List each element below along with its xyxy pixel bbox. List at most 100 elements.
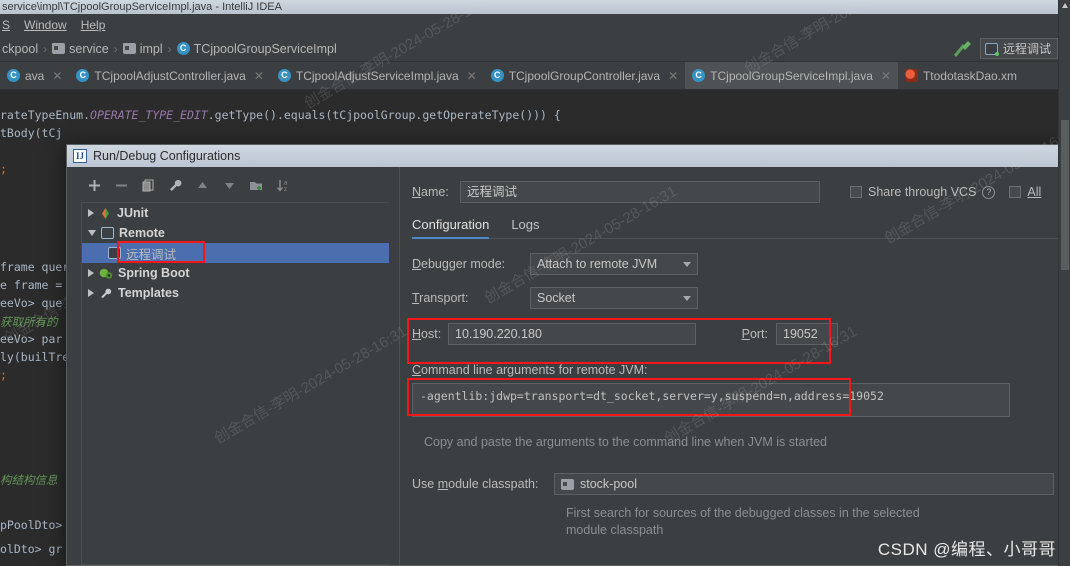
junit-icon <box>99 207 112 220</box>
breadcrumb-label: ckpool <box>2 41 39 56</box>
breadcrumb-item-service[interactable]: service <box>52 42 109 56</box>
close-icon[interactable]: ✕ <box>881 69 891 83</box>
jvm-args-input[interactable]: -agentlib:jdwp=transport=dt_socket,serve… <box>412 383 1010 417</box>
breadcrumb-separator: › <box>113 41 118 56</box>
scroll-up-icon[interactable] <box>1062 3 1068 8</box>
allow-parallel-checkbox[interactable] <box>1009 186 1022 198</box>
tree-node-label: JUnit <box>117 206 149 220</box>
breadcrumb-item-impl[interactable]: impl <box>122 41 163 56</box>
editor-tab[interactable]: C ava ✕ <box>0 62 69 89</box>
class-icon: C <box>7 69 20 82</box>
allow-parallel-label: All <box>1027 185 1042 199</box>
breadcrumb-label: service <box>69 41 109 56</box>
chevron-right-icon[interactable] <box>88 289 94 297</box>
tree-node-spring-boot[interactable]: Spring Boot <box>82 263 389 283</box>
chevron-down-icon <box>683 295 691 301</box>
code-line: eeVo> par <box>0 332 63 346</box>
class-icon: C <box>490 69 504 82</box>
new-folder-icon[interactable] <box>249 178 264 193</box>
jvm-args-label: Command line arguments for remote JVM: <box>412 363 648 377</box>
tree-node-remote-debug-selected[interactable]: 远程调试 <box>82 243 389 263</box>
breadcrumb-item-ckpool[interactable]: ckpool <box>2 42 38 56</box>
remove-icon[interactable] <box>114 178 129 193</box>
class-icon: C <box>692 69 706 82</box>
name-label-rest: ame: <box>421 185 449 199</box>
breadcrumb-item-class[interactable]: C TCjpoolGroupServiceImpl <box>176 41 337 56</box>
hammer-icon[interactable] <box>952 40 972 58</box>
run-configuration-selector[interactable]: 远程调试 <box>979 38 1058 59</box>
module-classpath-label: Use module classpath: <box>412 477 539 491</box>
share-vcs-checkbox[interactable] <box>850 186 862 198</box>
add-icon[interactable] <box>87 178 102 193</box>
tab-configuration[interactable]: Configuration <box>412 217 490 239</box>
editor-tab-bar: C ava ✕ C TCjpoolAdjustController.java ✕… <box>0 62 1070 90</box>
menu-item-window[interactable]: Window <box>24 18 67 32</box>
breadcrumb-label: impl <box>139 41 163 56</box>
remote-icon <box>101 227 114 239</box>
run-debug-configurations-dialog: IJ Run/Debug Configurations a z JUnit Re… <box>66 144 1070 566</box>
wrench-icon <box>99 287 113 300</box>
editor-tab-label: ava <box>25 68 45 83</box>
editor-tab[interactable]: C TCjpoolAdjustController.java ✕ <box>69 62 270 89</box>
help-icon[interactable]: ? <box>982 185 996 199</box>
editor-tab-active[interactable]: C TCjpoolGroupServiceImpl.java ✕ <box>685 62 898 89</box>
module-classpath-hint: First search for sources of the debugged… <box>566 505 1069 539</box>
host-label: Host: <box>412 327 442 341</box>
code-line: frame quer <box>0 260 70 274</box>
tree-node-label: Spring Boot <box>118 266 190 280</box>
breadcrumb-separator: › <box>167 41 172 56</box>
breadcrumb: ckpool › service › impl › C TCjpoolGroup… <box>0 36 1070 62</box>
menu-item-vcs[interactable]: S <box>2 18 10 32</box>
tree-node-junit[interactable]: JUnit <box>82 203 389 223</box>
menu-item-help[interactable]: Help <box>81 18 106 32</box>
breadcrumb-label: TCjpoolGroupServiceImpl <box>193 41 337 56</box>
transport-row: Transport: Socket <box>412 287 1069 309</box>
port-label: Port: <box>741 327 768 341</box>
close-icon[interactable]: ✕ <box>668 69 678 83</box>
code-line: ; <box>0 162 7 176</box>
editor-tab-label: TCjpoolAdjustServiceImpl.java <box>295 68 459 83</box>
window-scrollbar[interactable] <box>1058 0 1070 566</box>
debugger-mode-select[interactable]: Attach to remote JVM <box>530 253 698 275</box>
chevron-right-icon[interactable] <box>88 209 94 217</box>
editor-tab[interactable]: C TCjpoolGroupController.java ✕ <box>484 62 685 89</box>
host-input[interactable]: 10.190.220.180 <box>448 323 696 345</box>
module-classpath-value: stock-pool <box>580 477 637 491</box>
tree-node-templates[interactable]: Templates <box>82 283 389 303</box>
dialog-title: Run/Debug Configurations <box>93 149 241 163</box>
configurations-left-pane: a z JUnit Remote 远程调试 Spring Boot Templa… <box>67 167 400 565</box>
code-line: 构结构信息 <box>0 473 58 487</box>
transport-value: Socket <box>537 291 576 305</box>
chevron-down-icon <box>683 261 691 267</box>
name-input[interactable]: 远程调试 <box>460 181 820 203</box>
class-icon: C <box>277 69 291 82</box>
editor-tab[interactable]: TtodotaskDao.xm <box>898 62 1024 89</box>
code-line: e frame = <box>0 278 63 292</box>
transport-label: Transport: <box>412 291 469 305</box>
transport-select[interactable]: Socket <box>530 287 698 309</box>
close-icon[interactable]: ✕ <box>254 69 264 83</box>
tree-node-remote[interactable]: Remote <box>82 223 389 243</box>
move-down-icon[interactable] <box>222 178 237 193</box>
configurations-tree[interactable]: JUnit Remote 远程调试 Spring Boot Templates <box>81 202 389 565</box>
chevron-down-icon[interactable] <box>88 230 96 236</box>
xml-icon <box>904 69 918 82</box>
tab-logs[interactable]: Logs <box>511 217 539 239</box>
move-up-icon[interactable] <box>195 178 210 193</box>
debugger-mode-value: Attach to remote JVM <box>537 257 658 271</box>
configuration-tabs: Configuration Logs <box>412 217 1069 239</box>
scrollbar-thumb[interactable] <box>1061 120 1069 270</box>
configurations-toolbar: a z <box>81 173 399 197</box>
module-classpath-select[interactable]: stock-pool <box>554 473 1054 495</box>
port-input[interactable]: 19052 <box>776 323 838 345</box>
sort-alphabetically-icon[interactable]: a z <box>276 178 291 193</box>
wrench-icon[interactable] <box>168 178 183 193</box>
code-line: eeVo> que <box>0 296 63 310</box>
close-icon[interactable]: ✕ <box>467 69 477 83</box>
copy-icon[interactable] <box>141 178 156 193</box>
svg-text:z: z <box>284 187 287 193</box>
close-icon[interactable]: ✕ <box>52 69 62 83</box>
editor-tab[interactable]: C TCjpoolAdjustServiceImpl.java ✕ <box>271 62 484 89</box>
chevron-right-icon[interactable] <box>88 269 94 277</box>
module-hint-line-2: module classpath <box>566 523 664 537</box>
